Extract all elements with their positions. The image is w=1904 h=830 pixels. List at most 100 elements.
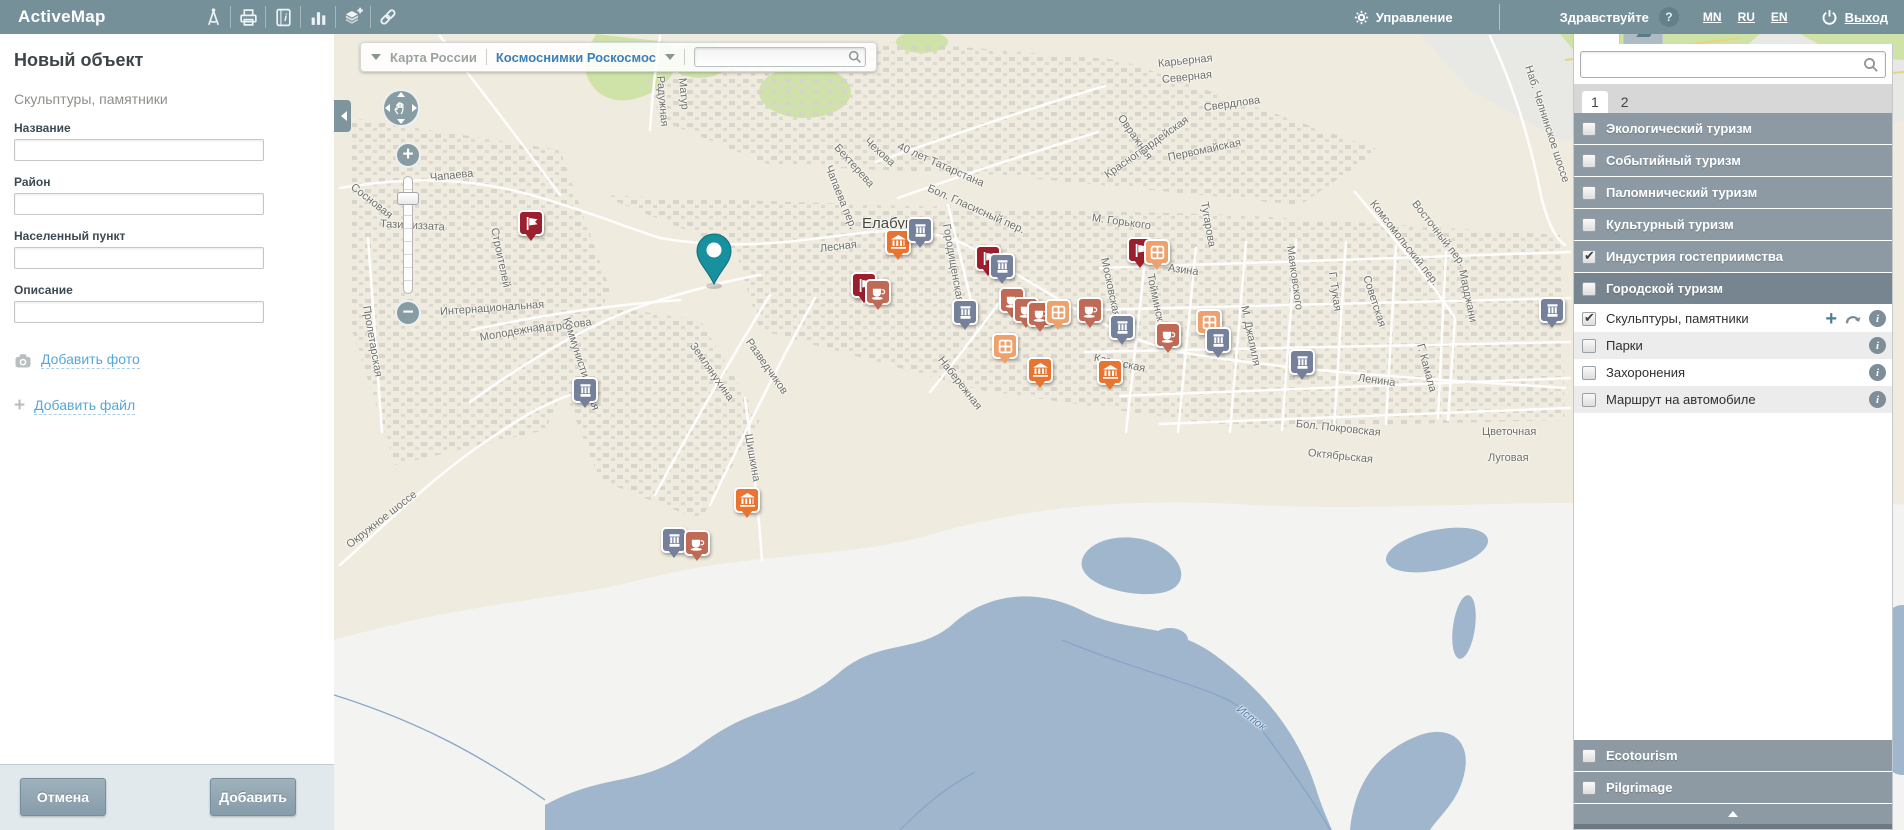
lang-ru[interactable]: RU bbox=[1738, 10, 1755, 24]
map-marker-monument[interactable] bbox=[572, 377, 598, 403]
app-header: ActiveMap i Управление Здравствуйте ? MN… bbox=[0, 0, 1904, 34]
map-marker-cafe[interactable] bbox=[1155, 322, 1181, 348]
layer-item-parks[interactable]: Парки i bbox=[1574, 332, 1892, 359]
add-file-button[interactable]: + Добавить файл bbox=[14, 397, 334, 415]
pan-right-icon[interactable] bbox=[412, 104, 417, 112]
layers-panel-body: 1 2 Экологический туризм Событийный тури… bbox=[1573, 44, 1893, 830]
page-tab-2[interactable]: 2 bbox=[1612, 91, 1638, 113]
draw-route-icon[interactable] bbox=[1845, 312, 1862, 325]
info-icon[interactable]: i bbox=[1869, 391, 1886, 408]
map-marker-monument[interactable] bbox=[907, 217, 933, 243]
share-link-icon[interactable] bbox=[371, 0, 405, 34]
layer-item-sculptures[interactable]: Скульптуры, памятники + i bbox=[1574, 305, 1892, 332]
map-marker-window[interactable] bbox=[1045, 299, 1071, 325]
description-input[interactable] bbox=[14, 301, 264, 323]
layers-search-input[interactable] bbox=[1580, 51, 1886, 78]
layer-group-ecotourism[interactable]: Ecotourism bbox=[1574, 740, 1892, 771]
layer-item-burials[interactable]: Захоронения i bbox=[1574, 359, 1892, 386]
info-icon[interactable]: i bbox=[1869, 364, 1886, 381]
group-checkbox[interactable] bbox=[1582, 749, 1596, 763]
layer-group-pilgrim[interactable]: Паломнический туризм bbox=[1574, 177, 1892, 208]
group-checkbox[interactable] bbox=[1582, 250, 1596, 264]
map-marker-monument[interactable] bbox=[989, 253, 1015, 279]
map-marker-cafe[interactable] bbox=[865, 279, 891, 305]
lang-en[interactable]: EN bbox=[1771, 10, 1788, 24]
help-badge[interactable]: ? bbox=[1659, 7, 1679, 27]
layer-group-city[interactable]: Городской туризм bbox=[1574, 273, 1892, 304]
pan-control[interactable] bbox=[382, 89, 420, 127]
print-icon[interactable] bbox=[231, 0, 265, 34]
map-marker-monument[interactable] bbox=[1289, 349, 1315, 375]
group-checkbox[interactable] bbox=[1582, 282, 1596, 296]
management-label: Управление bbox=[1376, 10, 1453, 25]
logout-button[interactable]: Выход bbox=[1820, 8, 1888, 27]
add-layer-icon[interactable] bbox=[336, 0, 370, 34]
basemap-option-kosmosnimki[interactable]: Космоснимки Роскосмос bbox=[496, 50, 656, 65]
page-tab-1[interactable]: 1 bbox=[1582, 91, 1608, 113]
group-checkbox[interactable] bbox=[1582, 122, 1596, 136]
add-photo-button[interactable]: Добавить фото bbox=[14, 351, 334, 369]
gear-icon bbox=[1353, 9, 1370, 26]
layer-checkbox[interactable] bbox=[1582, 339, 1596, 353]
district-label: Район bbox=[14, 175, 334, 189]
map-search-input[interactable] bbox=[694, 47, 866, 67]
group-checkbox[interactable] bbox=[1582, 186, 1596, 200]
map-marker-window[interactable] bbox=[992, 333, 1018, 359]
layer-item-car-route[interactable]: Маршрут на автомобиле i bbox=[1574, 386, 1892, 413]
zoom-out-button[interactable]: − bbox=[395, 300, 421, 326]
map-marker-monument[interactable] bbox=[1539, 297, 1565, 323]
collapse-panel-button[interactable] bbox=[1574, 804, 1892, 824]
map-marker-bank[interactable] bbox=[734, 487, 760, 513]
layer-checkbox[interactable] bbox=[1582, 393, 1596, 407]
map-marker-cafe[interactable] bbox=[1077, 297, 1103, 323]
basemap-option-russia[interactable]: Карта России bbox=[390, 50, 477, 65]
layer-checkbox[interactable] bbox=[1582, 366, 1596, 380]
statistics-icon[interactable] bbox=[301, 0, 335, 34]
lang-mn[interactable]: MN bbox=[1703, 10, 1722, 24]
map-marker-flag[interactable] bbox=[518, 210, 544, 236]
chevron-down-icon[interactable] bbox=[665, 54, 675, 65]
zoom-slider-handle[interactable] bbox=[397, 192, 419, 205]
plus-icon: + bbox=[14, 399, 25, 413]
map-marker-bank[interactable] bbox=[1097, 359, 1123, 385]
pan-left-icon[interactable] bbox=[385, 104, 390, 112]
measure-icon[interactable] bbox=[196, 0, 230, 34]
map-marker-bank[interactable] bbox=[1027, 357, 1053, 383]
layer-group-hospitality[interactable]: Индустрия гостеприимства bbox=[1574, 241, 1892, 272]
group-checkbox[interactable] bbox=[1582, 781, 1596, 795]
settlement-input[interactable] bbox=[14, 247, 264, 269]
layer-group-cultural[interactable]: Культурный туризм bbox=[1574, 209, 1892, 240]
add-object-icon[interactable]: + bbox=[1825, 311, 1837, 327]
pan-down-icon[interactable] bbox=[397, 119, 405, 124]
chevron-up-icon bbox=[1728, 806, 1738, 817]
header-toolbar: i bbox=[196, 0, 405, 34]
add-photo-label: Добавить фото bbox=[41, 351, 140, 369]
layer-group-eco[interactable]: Экологический туризм bbox=[1574, 113, 1892, 144]
map-marker-window[interactable] bbox=[1144, 239, 1170, 265]
pan-up-icon[interactable] bbox=[397, 92, 405, 97]
layer-group-event[interactable]: Событийный туризм bbox=[1574, 145, 1892, 176]
district-input[interactable] bbox=[14, 193, 264, 215]
legend-book-icon[interactable]: i bbox=[266, 0, 300, 34]
cancel-button[interactable]: Отмена bbox=[20, 778, 106, 816]
collapse-left-panel-button[interactable] bbox=[334, 100, 351, 132]
map-marker-monument[interactable] bbox=[1205, 327, 1231, 353]
info-icon[interactable]: i bbox=[1869, 337, 1886, 354]
management-button[interactable]: Управление bbox=[1353, 9, 1453, 26]
name-input[interactable] bbox=[14, 139, 264, 161]
header-right: Управление Здравствуйте ? MN RU EN Выход bbox=[1353, 0, 1904, 34]
group-checkbox[interactable] bbox=[1582, 218, 1596, 232]
map-marker-monument[interactable] bbox=[1109, 314, 1135, 340]
info-icon[interactable]: i bbox=[1869, 310, 1886, 327]
submit-button[interactable]: Добавить bbox=[210, 778, 296, 816]
chevron-down-icon[interactable] bbox=[371, 54, 381, 65]
layer-checkbox[interactable] bbox=[1582, 312, 1596, 326]
map-marker-monument[interactable] bbox=[952, 299, 978, 325]
form-footer: Отмена Добавить bbox=[0, 764, 334, 830]
name-label: Название bbox=[14, 121, 334, 135]
map-marker-cafe[interactable] bbox=[684, 530, 710, 556]
app-logo: ActiveMap bbox=[0, 7, 124, 27]
layer-group-pilgrimage[interactable]: Pilgrimage bbox=[1574, 772, 1892, 803]
group-checkbox[interactable] bbox=[1582, 154, 1596, 168]
zoom-in-button[interactable]: + bbox=[395, 142, 421, 168]
